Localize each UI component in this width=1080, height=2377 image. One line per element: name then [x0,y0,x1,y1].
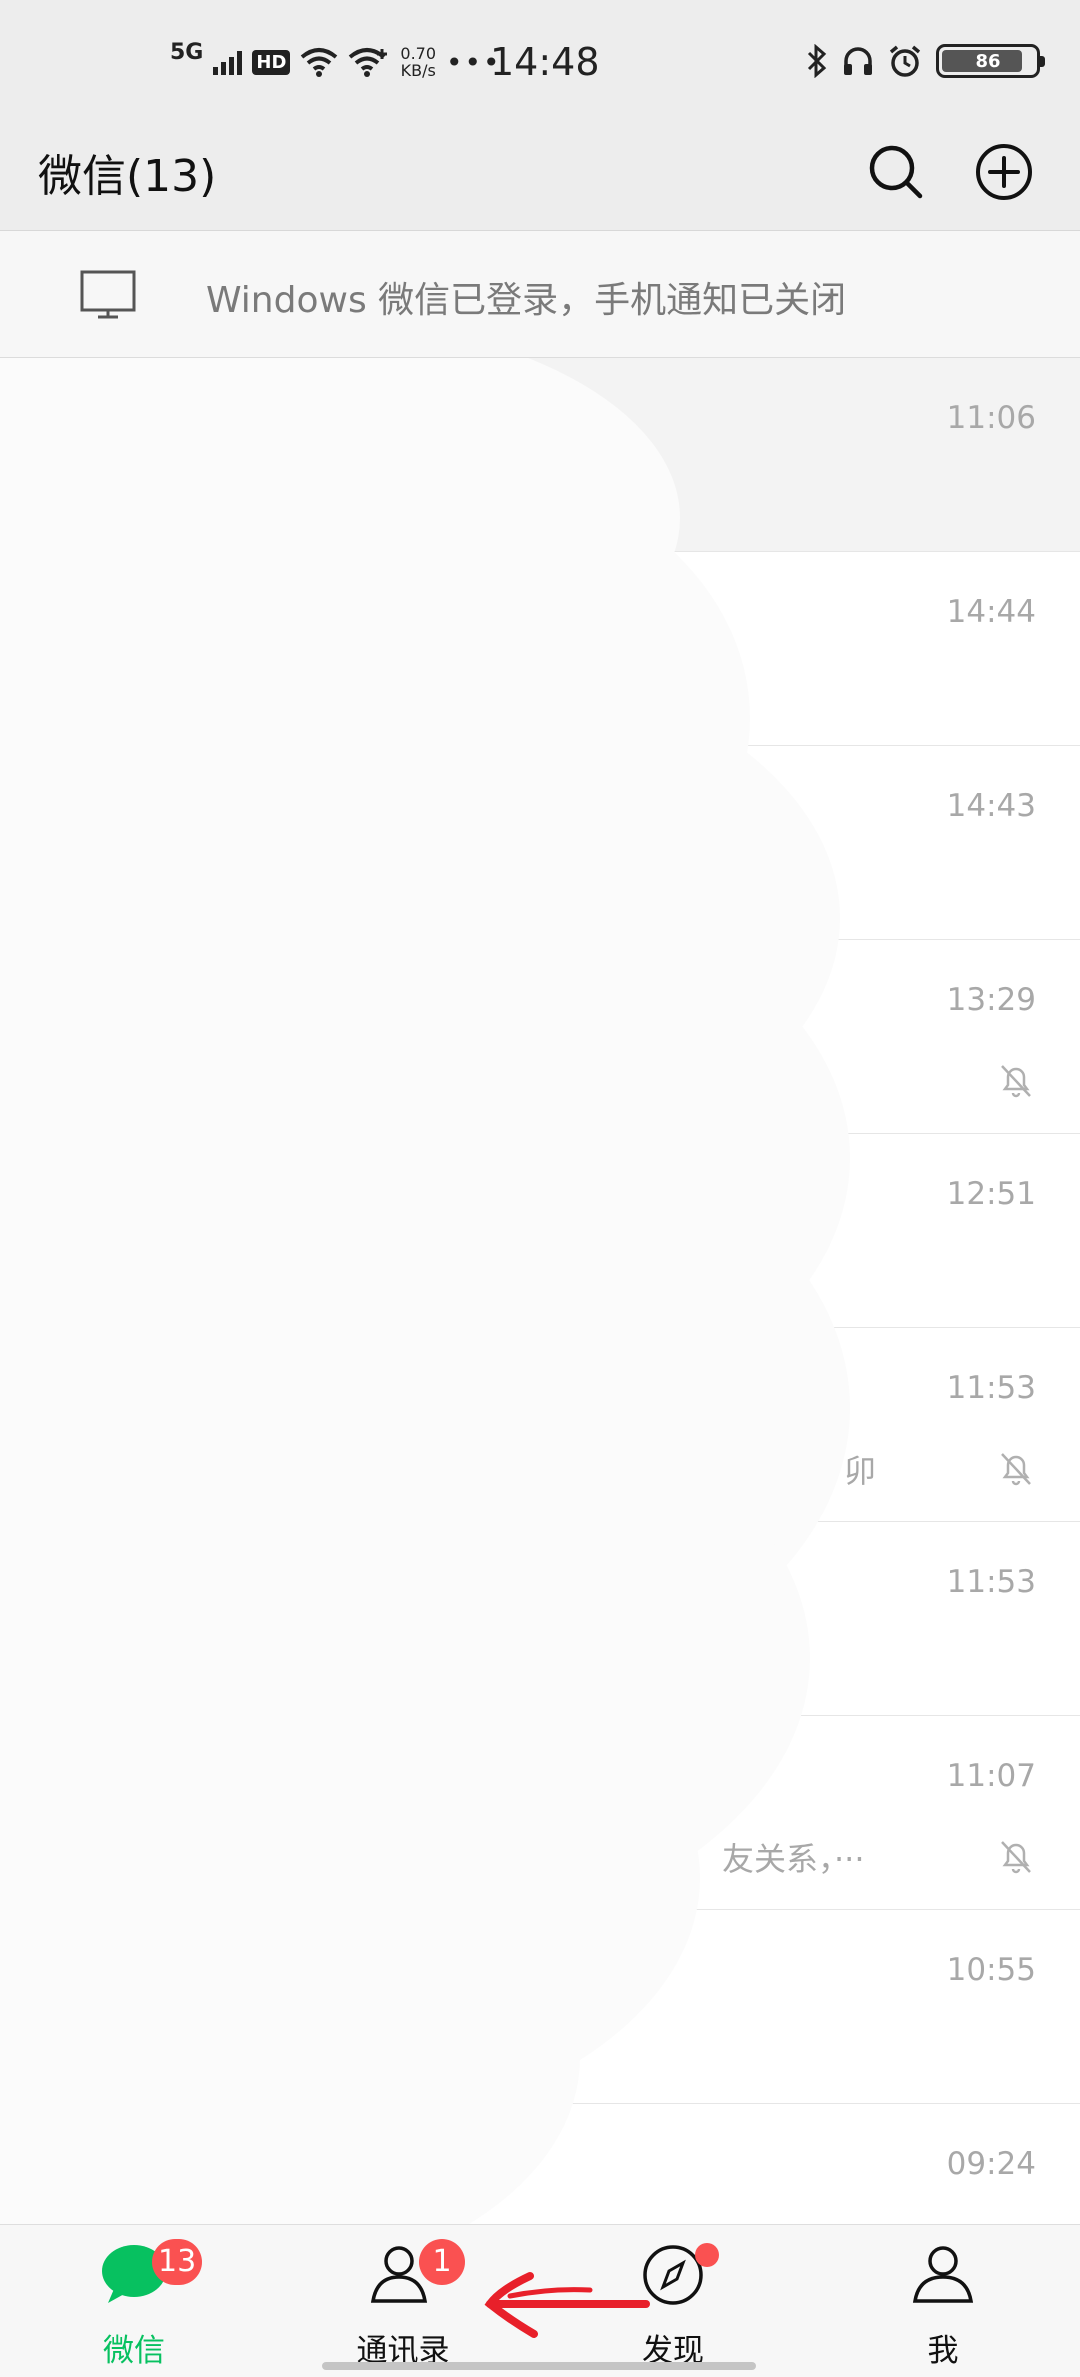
net-speed: 0.70 KB/s [400,45,436,79]
tab-me[interactable]: 我 [843,2225,1043,2377]
chat-time: 10:55 [946,1952,1036,1988]
page-title: 微信(13) [38,151,217,202]
plus-circle-icon[interactable] [972,140,1036,204]
tab-badge: 13 [152,2239,203,2285]
chat-row[interactable]: 11:53 卯 [0,1328,1080,1522]
chat-preview: 友关系，··· [722,1840,865,1878]
mute-bell-icon [1001,1065,1031,1098]
network-type: 5G [170,39,204,65]
chat-time: 13:29 [946,982,1036,1018]
annotation-arrow-icon [484,2272,650,2338]
tab-badge: 1 [419,2239,465,2285]
chat-time: 11:53 [946,1564,1036,1600]
net-speed-unit: KB/s [400,61,436,80]
chat-row[interactable]: 11:53 [0,1522,1080,1716]
tab-chats[interactable]: 13 微信 [34,2225,234,2377]
monitor-icon [80,270,136,319]
status-bar: 5G HD 0.70 KB/s ••• 14:48 86 [0,0,1080,130]
home-indicator[interactable] [322,2362,756,2370]
signal-icon [213,49,243,75]
tab-label: 我 [927,2333,959,2369]
chat-time: 11:07 [946,1758,1036,1794]
notification-dot [695,2243,719,2267]
battery-icon: 86 [936,44,1045,78]
chat-time: 14:44 [946,594,1036,630]
chat-row[interactable]: 12:51 [0,1134,1080,1328]
app-header: 微信(13) [0,130,1080,231]
headphones-icon [844,47,872,75]
person-icon [912,2246,974,2303]
chat-time: 09:24 [946,2146,1036,2182]
chat-row[interactable]: 13:29 [0,940,1080,1134]
status-time: 14:48 [490,40,600,84]
mute-bell-icon [1001,1453,1031,1486]
status-left: 5G HD 0.70 KB/s ••• [170,39,502,82]
chat-row[interactable]: 10:55 [0,1910,1080,2104]
chat-time: 14:43 [946,788,1036,824]
wifi-icon [301,48,338,77]
bluetooth-icon [807,44,827,78]
chat-time: 12:51 [946,1176,1036,1212]
battery-level: 86 [975,50,1001,72]
alarm-icon [889,45,921,77]
chat-preview: 卯 [844,1452,877,1490]
chat-row[interactable]: 14:43 [0,746,1080,940]
chat-time: 11:06 [946,400,1036,436]
login-notice[interactable]: Windows 微信已登录，手机通知已关闭 [0,231,1080,358]
chat-row[interactable]: 11:06 [0,358,1080,552]
chat-list: 11:06 14:44 14:43 13:29 12:51 11:53 卯 11… [0,358,1080,2298]
status-right: 86 [806,44,1045,78]
mute-bell-icon [1001,1841,1031,1874]
chat-row[interactable]: 11:07 友关系，··· [0,1716,1080,1910]
search-icon[interactable] [864,140,928,204]
notice-text: Windows 微信已登录，手机通知已关闭 [206,280,847,321]
chat-time: 11:53 [946,1370,1036,1406]
chat-row[interactable]: 14:44 [0,552,1080,746]
hd-badge: HD [252,49,291,75]
wifi-hotspot-icon [349,48,388,77]
tab-label: 微信 [103,2333,165,2369]
